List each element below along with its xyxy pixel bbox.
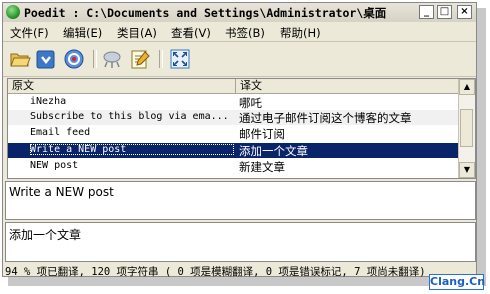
clang-watermark-logo: Clang.Cn (429, 274, 486, 290)
close-button[interactable]: × (457, 5, 472, 19)
translation-text: 新建文章 (239, 160, 285, 174)
source-text: Email feed (30, 127, 91, 138)
toolbar (3, 42, 476, 77)
menu-bar: 文件(F) 编辑(E) 类目(A) 查看(V) 书签(B) 帮助(H) (3, 22, 476, 42)
translation-edit-pane[interactable]: 添加一个文章 (5, 222, 476, 262)
menu-view[interactable]: 查看(V) (171, 25, 211, 41)
source-text: Subscribe to this blog via ema... (30, 111, 229, 122)
fullscreen-icon[interactable] (169, 48, 191, 70)
menu-file[interactable]: 文件(F) (10, 25, 49, 41)
column-header-source[interactable]: 原文 (8, 79, 236, 93)
source-text: NEW post (30, 160, 79, 171)
poedit-window: Poedit : C:\Documents and Settings\Admin… (2, 2, 477, 277)
edit-comment-icon[interactable] (129, 48, 151, 70)
minimize-button[interactable]: _ (419, 5, 434, 19)
translation-text: 通过电子邮件订阅这个博客的文章 (239, 111, 412, 125)
list-row[interactable]: iNezha 哪吒 (8, 95, 461, 110)
list-row[interactable]: Subscribe to this blog via ema... 通过电子邮件… (8, 110, 461, 125)
source-text-content: Write a NEW post (9, 185, 114, 199)
update-catalog-icon[interactable] (63, 48, 85, 70)
toolbar-separator (159, 50, 163, 68)
list-row-selected[interactable]: Write a NEW post 添加一个文章 (8, 143, 461, 158)
validate-icon[interactable] (101, 48, 123, 70)
translation-text: 邮件订阅 (239, 127, 285, 141)
list-row[interactable]: Email feed 邮件订阅 (8, 126, 461, 141)
menu-bookmarks[interactable]: 书签(B) (225, 25, 265, 41)
menu-edit[interactable]: 编辑(E) (63, 25, 102, 41)
menu-help[interactable]: 帮助(H) (280, 25, 321, 41)
status-bar: 94 % 项已翻译, 120 项字符串 ( 0 项是模糊翻译, 0 项是错误标记… (5, 266, 426, 277)
list-row[interactable]: NEW post 新建文章 (8, 159, 461, 174)
poedit-app-icon (6, 5, 20, 19)
source-text: iNezha (30, 96, 67, 107)
column-header-translation[interactable]: 译文 (236, 79, 461, 93)
toolbar-separator (93, 50, 97, 68)
list-header: 原文 译文 (8, 79, 461, 94)
save-icon[interactable] (35, 48, 57, 70)
open-folder-icon[interactable] (9, 48, 31, 70)
window-title: Poedit : C:\Documents and Settings\Admin… (24, 6, 387, 20)
source-text: Write a NEW post (30, 144, 234, 155)
menu-catalog[interactable]: 类目(A) (117, 25, 157, 41)
list-vertical-scrollbar[interactable]: ▲ ▼ (458, 79, 475, 178)
translation-text: 哪吒 (239, 96, 262, 110)
title-bar[interactable]: Poedit : C:\Documents and Settings\Admin… (3, 3, 476, 22)
translation-text-content: 添加一个文章 (9, 228, 82, 242)
translation-text: 添加一个文章 (239, 144, 308, 158)
scroll-up-arrow-icon[interactable]: ▲ (459, 79, 475, 95)
translation-list: 原文 译文 iNezha 哪吒 Subscribe to this blog v… (7, 78, 476, 179)
maximize-button[interactable]: □ (437, 5, 452, 19)
scroll-thumb[interactable] (460, 109, 473, 147)
scroll-down-arrow-icon[interactable]: ▼ (459, 162, 475, 178)
source-text-pane[interactable]: Write a NEW post (5, 181, 476, 220)
